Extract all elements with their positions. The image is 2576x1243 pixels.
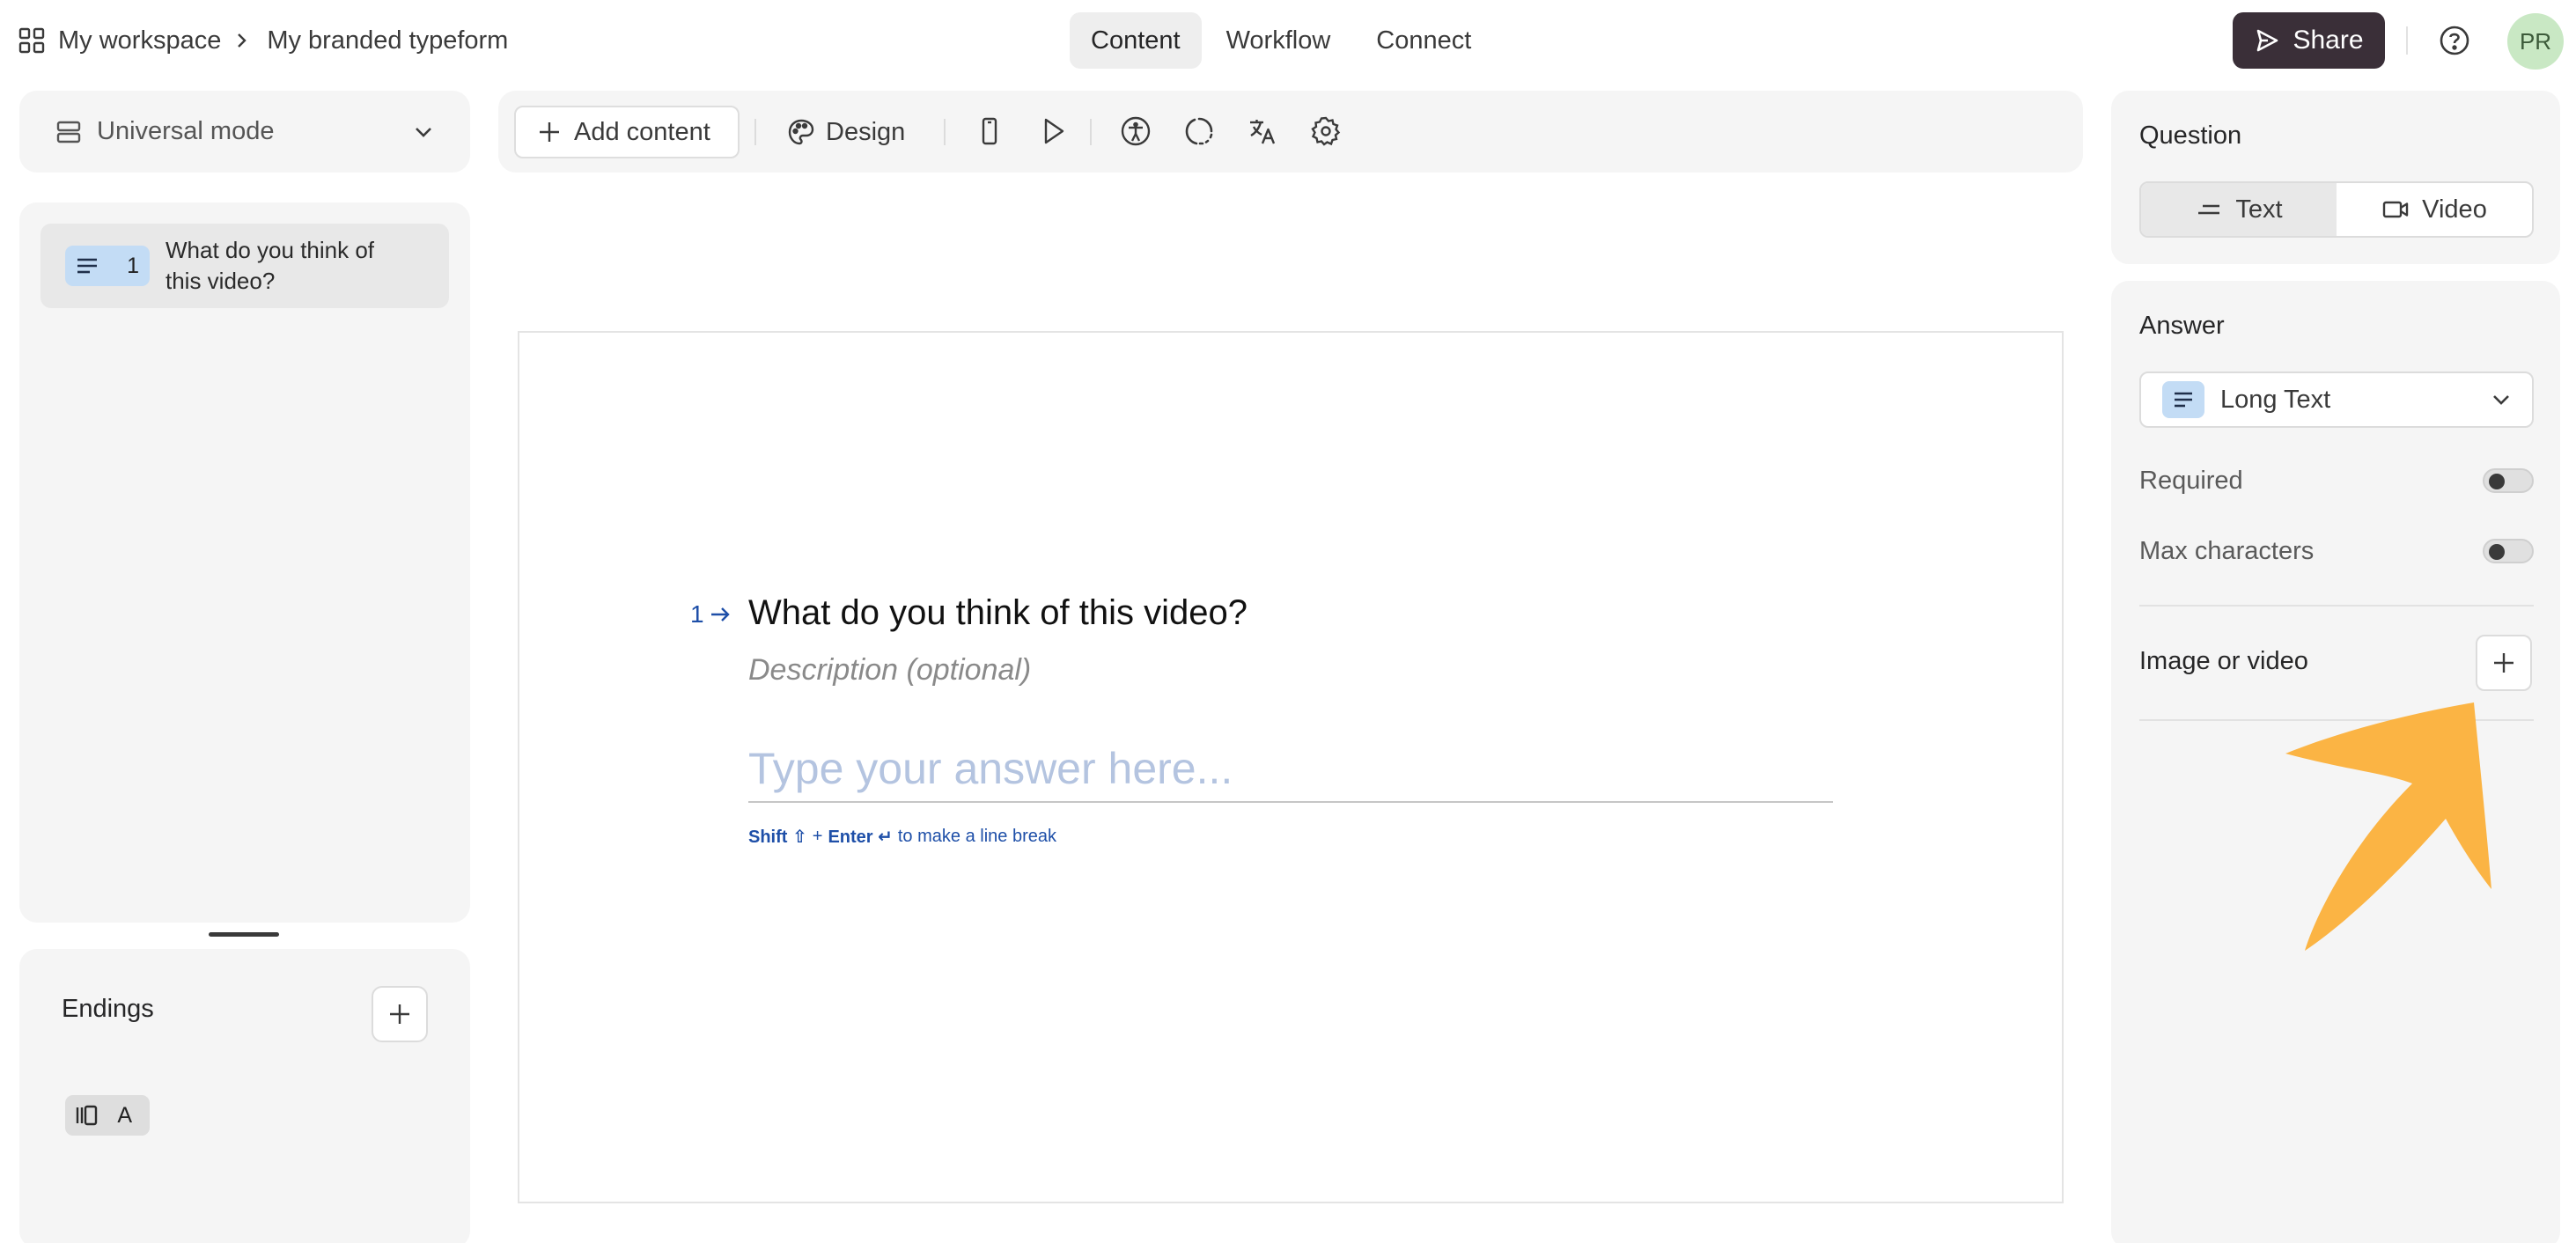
mode-selector[interactable]: Universal mode	[19, 91, 470, 173]
question-settings-title: Question	[2139, 121, 2242, 150]
answer-settings-title: Answer	[2139, 312, 2225, 340]
divider	[754, 119, 756, 145]
layout-icon	[56, 121, 81, 143]
question-number: 1	[127, 253, 139, 278]
form-preview-canvas: 1 What do you think of this video? Descr…	[518, 331, 2064, 1203]
mode-video-label: Video	[2422, 195, 2487, 224]
required-label: Required	[2139, 466, 2243, 495]
question-settings: Question Text Video	[2111, 91, 2560, 264]
required-toggle[interactable]	[2483, 468, 2534, 493]
mode-label: Universal mode	[97, 117, 275, 145]
long-text-icon	[2175, 392, 2192, 408]
design-label: Design	[826, 117, 906, 146]
max-characters-label: Max characters	[2139, 536, 2315, 565]
mobile-preview-icon[interactable]	[974, 115, 1005, 147]
answer-type-label: Long Text	[2220, 385, 2331, 414]
question-number-label: 1	[690, 600, 732, 629]
design-button[interactable]: Design	[787, 106, 905, 158]
add-content-button[interactable]: Add content	[514, 106, 740, 158]
answer-input[interactable]: Type your answer here...	[748, 743, 1833, 803]
annotation-arrow-icon	[2285, 702, 2491, 951]
mode-text-label: Text	[2235, 195, 2283, 224]
answer-type-badge	[2162, 381, 2204, 418]
question-item-text: What do you think of this video?	[166, 237, 375, 294]
translate-icon[interactable]	[1247, 115, 1278, 147]
hint-enter: Enter ↵	[828, 827, 893, 847]
question-badge: 1	[65, 246, 150, 286]
add-content-label: Add content	[574, 117, 710, 146]
chevron-down-icon	[2493, 395, 2509, 405]
divider	[944, 119, 946, 145]
question-number: 1	[690, 600, 704, 628]
text-lines-icon	[2198, 204, 2220, 215]
plus-icon	[390, 1004, 409, 1024]
palette-icon	[788, 119, 814, 145]
editor-toolbar: Add content Design	[498, 91, 2083, 173]
mode-video-button[interactable]: Video	[2337, 183, 2532, 236]
divider	[2406, 26, 2408, 55]
add-ending-button[interactable]	[372, 986, 428, 1042]
endings-title: Endings	[62, 995, 154, 1023]
add-media-button[interactable]	[2476, 635, 2532, 691]
settings-icon[interactable]	[1310, 115, 1342, 147]
breadcrumb-workspace[interactable]: My workspace	[58, 26, 221, 55]
tab-content[interactable]: Content	[1070, 12, 1202, 69]
hint-plus: +	[812, 827, 823, 846]
loading-icon[interactable]	[1183, 115, 1215, 147]
breadcrumb-form-name[interactable]: My branded typeform	[267, 26, 508, 55]
question-mode-toggle: Text Video	[2139, 181, 2534, 238]
accessibility-icon[interactable]	[1120, 115, 1152, 147]
avatar[interactable]: PR	[2507, 13, 2564, 70]
max-characters-row: Max characters	[2139, 533, 2534, 569]
answer-type-select[interactable]: Long Text	[2139, 371, 2534, 428]
question-title[interactable]: What do you think of this video?	[748, 593, 1248, 633]
hint-shift: Shift ⇧	[748, 827, 807, 847]
main-tabs: Content Workflow Connect	[1070, 12, 1492, 69]
question-list: 1 What do you think of this video?	[19, 202, 470, 923]
apps-grid-icon[interactable]	[18, 26, 46, 55]
image-or-video-title: Image or video	[2139, 647, 2308, 675]
arrow-right-icon	[710, 607, 730, 622]
send-icon	[2257, 29, 2278, 52]
ending-icon	[76, 1105, 98, 1126]
help-icon[interactable]	[2437, 23, 2472, 58]
plus-icon	[2494, 653, 2513, 673]
play-icon[interactable]	[1037, 115, 1069, 147]
line-break-hint: Shift ⇧ + Enter ↵ to make a line break	[748, 826, 1056, 848]
panel-resize-handle[interactable]	[209, 932, 279, 937]
question-list-item[interactable]: 1 What do you think of this video?	[40, 224, 449, 308]
required-row: Required	[2139, 463, 2534, 498]
share-button[interactable]: Share	[2233, 12, 2385, 69]
endings-panel: Endings A	[19, 949, 470, 1243]
tab-connect[interactable]: Connect	[1355, 12, 1492, 69]
description-placeholder[interactable]: Description (optional)	[748, 653, 1031, 688]
max-characters-toggle[interactable]	[2483, 539, 2534, 563]
chevron-right-icon	[238, 33, 247, 48]
ending-label: A	[117, 1102, 132, 1128]
divider	[1090, 119, 1092, 145]
divider	[2139, 605, 2534, 607]
hint-text: to make a line break	[897, 827, 1056, 846]
mode-text-button[interactable]: Text	[2141, 183, 2337, 236]
tab-workflow[interactable]: Workflow	[1205, 12, 1352, 69]
chevron-down-icon	[416, 127, 431, 137]
video-camera-icon	[2382, 201, 2409, 218]
ending-item[interactable]: A	[65, 1095, 150, 1136]
share-label: Share	[2293, 26, 2364, 55]
long-text-icon	[77, 258, 97, 274]
top-bar: My workspace My branded typeform Content…	[0, 0, 2576, 81]
breadcrumb: My workspace My branded typeform	[18, 21, 508, 60]
plus-icon	[540, 122, 559, 142]
